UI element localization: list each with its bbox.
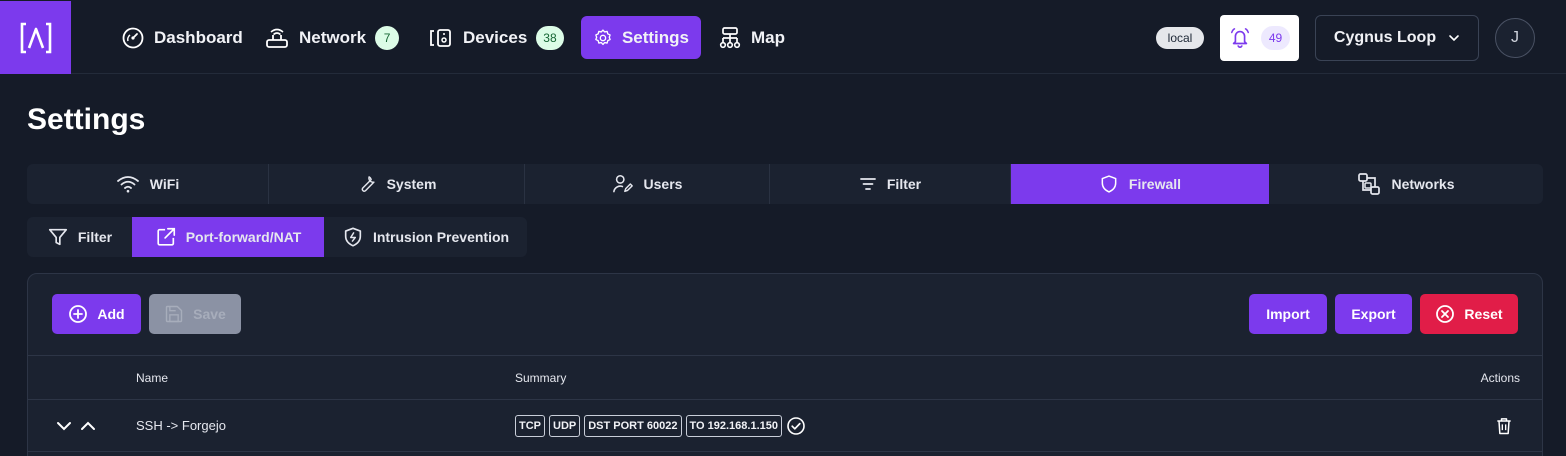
port-forward-card: Add Save Import Export Reset Name Summar… — [27, 273, 1543, 456]
rule-summary: TCP UDP DST PORT 60022 TO 192.168.1.150 — [515, 415, 806, 437]
network-icon — [1358, 173, 1381, 195]
plus-circle-icon — [69, 305, 88, 323]
sitemap-icon — [719, 26, 741, 48]
top-navigation: Dashboard Network 7 Devices 38 Settings — [0, 0, 1566, 74]
nav-dashboard-label: Dashboard — [154, 27, 243, 47]
nav-devices-label: Devices — [463, 27, 528, 47]
floppy-disk-icon — [165, 305, 183, 323]
devices-icon — [430, 28, 451, 47]
column-header-summary: Summary — [515, 371, 567, 385]
notification-count: 49 — [1260, 26, 1291, 50]
rule-name: SSH -> Forgejo — [136, 418, 226, 433]
table-header: Name Summary Actions — [28, 355, 1542, 400]
subtab-filter[interactable]: Filter — [27, 217, 132, 257]
external-link-icon — [157, 227, 175, 246]
gauge-icon — [122, 27, 144, 48]
trash-icon[interactable] — [1494, 416, 1514, 436]
protocol-tag-tcp: TCP — [515, 415, 545, 437]
reset-button-label: Reset — [1464, 306, 1503, 322]
x-circle-icon — [1436, 305, 1455, 323]
environment-badge: local — [1156, 27, 1204, 49]
subtab-port-forward-label: Port-forward/NAT — [185, 229, 302, 245]
app-logo[interactable] — [0, 1, 71, 74]
protocol-tag-udp: UDP — [549, 415, 581, 437]
tab-networks-label: Networks — [1391, 176, 1455, 192]
funnel-icon — [48, 228, 67, 246]
check-circle-icon — [787, 417, 805, 435]
bell-ringing-icon — [1230, 28, 1249, 48]
add-button-label: Add — [97, 306, 125, 322]
chevron-down-icon[interactable] — [56, 418, 72, 434]
user-edit-icon — [612, 174, 633, 193]
nav-settings-label: Settings — [621, 27, 689, 47]
site-selector-value: Cygnus Loop — [1333, 29, 1437, 46]
tab-networks[interactable]: Networks — [1269, 164, 1543, 204]
devices-count-badge: 38 — [536, 25, 564, 50]
gear-icon — [595, 28, 611, 45]
column-header-actions: Actions — [1480, 371, 1520, 385]
tab-wifi-label: WiFi — [149, 176, 180, 192]
tab-users[interactable]: Users — [525, 164, 770, 204]
tab-firewall-label: Firewall — [1128, 176, 1182, 192]
add-button[interactable]: Add — [52, 294, 141, 334]
router-icon — [266, 28, 288, 48]
export-button-label: Export — [1351, 306, 1396, 322]
firewall-subtabs: Filter Port-forward/NAT Intrusion Preven… — [27, 217, 527, 257]
dst-port-tag: DST PORT 60022 — [584, 415, 682, 437]
wrench-icon — [361, 176, 375, 192]
tab-filter-label: Filter — [886, 176, 922, 192]
nav-settings[interactable]: Settings — [581, 16, 701, 59]
nav-map-label: Map — [751, 27, 785, 47]
network-count-badge: 7 — [375, 25, 400, 50]
export-button[interactable]: Export — [1335, 294, 1412, 334]
save-button[interactable]: Save — [149, 294, 241, 334]
nav-map[interactable]: Map — [706, 16, 797, 59]
destination-tag: TO 192.168.1.150 — [685, 415, 782, 437]
tab-filter[interactable]: Filter — [770, 164, 1011, 204]
subtab-filter-label: Filter — [77, 229, 113, 245]
tab-users-label: Users — [643, 176, 683, 192]
subtab-intrusion-prevention-label: Intrusion Prevention — [372, 229, 510, 245]
import-button-label: Import — [1266, 306, 1310, 322]
subtab-port-forward[interactable]: Port-forward/NAT — [132, 217, 324, 257]
bracket-lambda-logo — [20, 22, 51, 53]
import-button[interactable]: Import — [1249, 294, 1327, 334]
page-title: Settings — [27, 103, 146, 136]
nav-network-label: Network — [299, 27, 367, 47]
shield-icon — [1101, 175, 1117, 193]
filter-lines-icon — [859, 178, 876, 190]
chevron-down-icon — [1449, 35, 1459, 42]
nav-devices[interactable]: Devices 38 — [416, 16, 576, 59]
nav-dashboard[interactable]: Dashboard — [109, 16, 255, 59]
notifications-button[interactable]: 49 — [1220, 15, 1299, 61]
save-button-label: Save — [193, 306, 226, 322]
wifi-icon — [116, 176, 139, 193]
tab-wifi[interactable]: WiFi — [27, 164, 269, 204]
settings-tabs: WiFi System Users Filter Firewall Networ… — [27, 164, 1543, 204]
column-header-name: Name — [136, 371, 169, 385]
nav-network[interactable]: Network 7 — [252, 16, 411, 59]
user-avatar[interactable]: J — [1495, 18, 1535, 58]
chevron-up-icon[interactable] — [80, 418, 96, 434]
shield-bolt-icon — [344, 227, 362, 247]
tab-firewall[interactable]: Firewall — [1011, 164, 1269, 204]
tab-system-label: System — [386, 176, 437, 192]
site-selector[interactable]: Cygnus Loop — [1315, 15, 1479, 61]
tab-system[interactable]: System — [269, 164, 525, 204]
subtab-intrusion-prevention[interactable]: Intrusion Prevention — [324, 217, 527, 257]
reset-button[interactable]: Reset — [1420, 294, 1518, 334]
